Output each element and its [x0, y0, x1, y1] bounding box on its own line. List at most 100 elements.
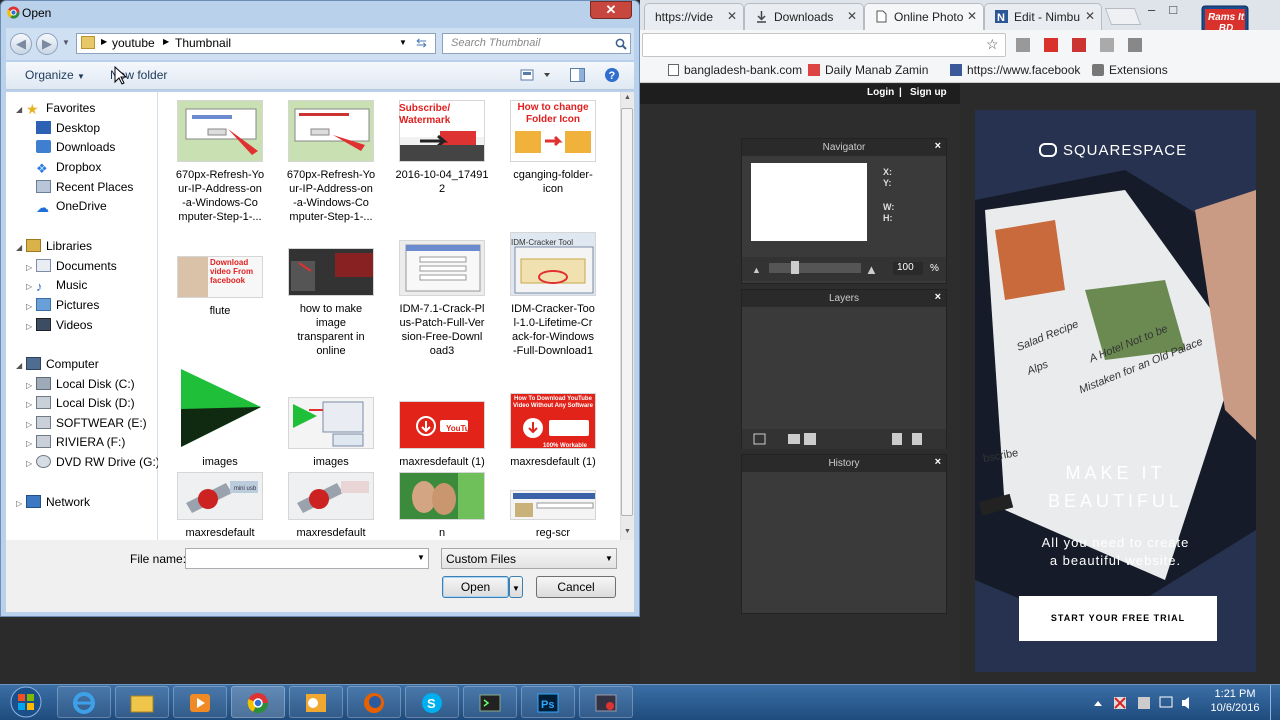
zoom-in-icon[interactable]: ▲: [865, 262, 878, 277]
nav-libraries[interactable]: ◢ Libraries: [16, 237, 92, 255]
file-item[interactable]: how to make image transparent in online: [281, 246, 381, 358]
taskbar-explorer[interactable]: [115, 686, 169, 718]
tab-video[interactable]: https://vide ✕: [644, 3, 744, 30]
nav-downloads[interactable]: Downloads: [36, 138, 115, 156]
tab-nimbus[interactable]: N Edit - Nimbu ✕: [984, 3, 1102, 30]
nav-computer[interactable]: ◢ Computer: [16, 355, 99, 373]
breadcrumb-thumbnail[interactable]: Thumbnail: [175, 36, 231, 50]
close-tab-icon[interactable]: ✕: [967, 9, 977, 23]
view-options-icon[interactable]: [520, 69, 550, 81]
file-item[interactable]: n: [392, 472, 492, 540]
file-item[interactable]: IDM-7.1-Crack-Pl us-Patch-Full-Ver sion-Fr…: [392, 240, 492, 358]
login-link[interactable]: Login: [867, 87, 894, 98]
organize-button[interactable]: Organize ▼: [25, 68, 85, 82]
tab-downloads[interactable]: Downloads ✕: [744, 3, 864, 30]
nav-favorites[interactable]: ◢ ★ Favorites: [16, 99, 95, 117]
search-input[interactable]: Search Thumbnail: [442, 33, 631, 54]
zoom-slider-handle[interactable]: [791, 261, 799, 274]
tab-online-photo[interactable]: Online Photo ✕: [864, 3, 984, 30]
breadcrumb-youtube[interactable]: youtube: [112, 36, 155, 50]
star-icon[interactable]: ☆: [986, 36, 999, 53]
close-icon[interactable]: ×: [935, 456, 941, 468]
file-item[interactable]: YouTube maxresdefault (1): [392, 363, 492, 469]
taskbar-outlook[interactable]: [289, 686, 343, 718]
preview-pane-icon[interactable]: [570, 68, 585, 82]
bookmark-extensions[interactable]: Extensions: [1092, 63, 1168, 77]
nav-drive-g[interactable]: ▷DVD RW Drive (G:) C: [26, 453, 158, 471]
zoom-slider[interactable]: [769, 263, 861, 273]
zoom-value[interactable]: 100: [893, 262, 923, 275]
nav-desktop[interactable]: Desktop: [36, 119, 100, 137]
taskbar-terminal[interactable]: [463, 686, 517, 718]
file-name-field[interactable]: ▼: [185, 548, 429, 569]
file-item[interactable]: Download video From facebook flute: [170, 246, 270, 318]
file-item[interactable]: maxresdefault: [281, 472, 381, 540]
taskbar-chrome[interactable]: [231, 686, 285, 718]
show-desktop-button[interactable]: [1270, 685, 1280, 720]
dialog-close-button[interactable]: ✕: [590, 1, 632, 19]
nav-music[interactable]: ▷ ♪ Music: [26, 276, 87, 294]
close-tab-icon[interactable]: ✕: [847, 9, 857, 23]
address-field[interactable]: [642, 33, 1006, 57]
nav-pictures[interactable]: ▷ Pictures: [26, 296, 99, 314]
back-button[interactable]: ◀: [10, 33, 32, 55]
file-item[interactable]: How to change Folder Icon cganging-folde…: [503, 100, 603, 196]
nav-drive-f[interactable]: ▷ RIVIERA (F:): [26, 433, 125, 451]
taskbar-ie[interactable]: [57, 686, 111, 718]
nav-dropbox[interactable]: ❖ Dropbox: [36, 158, 101, 176]
taskbar-photoshop[interactable]: Ps: [521, 686, 575, 718]
file-item[interactable]: 670px-Refresh-Yo ur-IP-Address-on -a-Windo…: [281, 100, 381, 224]
file-item[interactable]: Subscribe/ Watermark 2016-10-04_17491 2: [392, 100, 492, 196]
file-item[interactable]: images: [281, 363, 381, 469]
recent-locations-chevron-icon[interactable]: ▼: [62, 38, 70, 47]
file-item[interactable]: mini usb maxresdefault: [170, 472, 270, 540]
squarespace-ad[interactable]: SQUARESPACE Salad Recipe A Hotel Not to …: [975, 110, 1256, 672]
nav-network[interactable]: ▷ Network: [16, 493, 90, 511]
system-tray[interactable]: [1090, 692, 1200, 714]
signup-link[interactable]: Sign up: [910, 87, 947, 98]
file-item[interactable]: IDM-Cracker Tool IDM-Cracker-Too l-1.0-Li…: [503, 232, 603, 358]
zoom-out-icon[interactable]: ▲: [752, 265, 761, 275]
file-item[interactable]: 670px-Refresh-Yo ur-IP-Address-on -a-Windo…: [170, 100, 270, 224]
scrollbar-thumb[interactable]: [621, 108, 633, 516]
open-options-button[interactable]: ▼: [509, 576, 523, 598]
chevron-down-icon[interactable]: ▼: [417, 553, 425, 562]
scroll-down-icon[interactable]: ▼: [624, 528, 631, 535]
cancel-button[interactable]: Cancel: [536, 576, 616, 598]
forward-button[interactable]: ▶: [36, 33, 58, 55]
file-item[interactable]: How To Download YouTube Video Without An…: [503, 363, 603, 469]
nav-drive-c[interactable]: ▷ Local Disk (C:): [26, 375, 135, 393]
close-icon[interactable]: ×: [935, 140, 941, 152]
help-icon[interactable]: ?: [604, 67, 620, 83]
nav-recent-places[interactable]: Recent Places: [36, 178, 133, 196]
close-icon[interactable]: ×: [935, 291, 941, 303]
file-type-select[interactable]: Custom Files ▼: [441, 548, 617, 569]
open-button[interactable]: Open: [442, 576, 509, 598]
bookmark-bangladesh-bank[interactable]: bangladesh-bank.com: [668, 63, 802, 77]
layer-tools-icons[interactable]: [742, 429, 946, 449]
nav-documents[interactable]: ▷ Documents: [26, 257, 117, 275]
system-clock[interactable]: 1:21 PM 10/6/2016: [1204, 687, 1266, 715]
nav-onedrive[interactable]: ☁ OneDrive: [36, 197, 107, 215]
free-trial-button[interactable]: START YOUR FREE TRIAL: [1019, 596, 1217, 641]
taskbar-skype[interactable]: S: [405, 686, 459, 718]
taskbar-app[interactable]: [579, 686, 633, 718]
bookmark-facebook[interactable]: https://www.facebook: [950, 63, 1080, 77]
new-tab-button[interactable]: [1104, 8, 1142, 25]
chevron-down-icon[interactable]: ▼: [399, 38, 407, 47]
taskbar-firefox[interactable]: [347, 686, 401, 718]
refresh-icon[interactable]: ⇆: [416, 35, 427, 51]
file-item[interactable]: images: [170, 363, 270, 469]
bookmark-manab-zamin[interactable]: Daily Manab Zamin: [808, 63, 928, 77]
close-tab-icon[interactable]: ✕: [1085, 9, 1095, 23]
nav-drive-d[interactable]: ▷ Local Disk (D:): [26, 394, 135, 412]
scroll-up-icon[interactable]: ▲: [624, 94, 631, 101]
close-tab-icon[interactable]: ✕: [727, 9, 737, 23]
nav-drive-e[interactable]: ▷ SOFTWEAR (E:): [26, 414, 147, 432]
path-breadcrumb[interactable]: ▶ youtube ▶ Thumbnail ▼ ⇆: [76, 33, 436, 54]
nav-videos[interactable]: ▷ Videos: [26, 316, 92, 334]
taskbar-media[interactable]: [173, 686, 227, 718]
search-icon[interactable]: [615, 38, 627, 50]
start-button[interactable]: [4, 685, 48, 719]
extension-icons[interactable]: [1016, 36, 1166, 54]
